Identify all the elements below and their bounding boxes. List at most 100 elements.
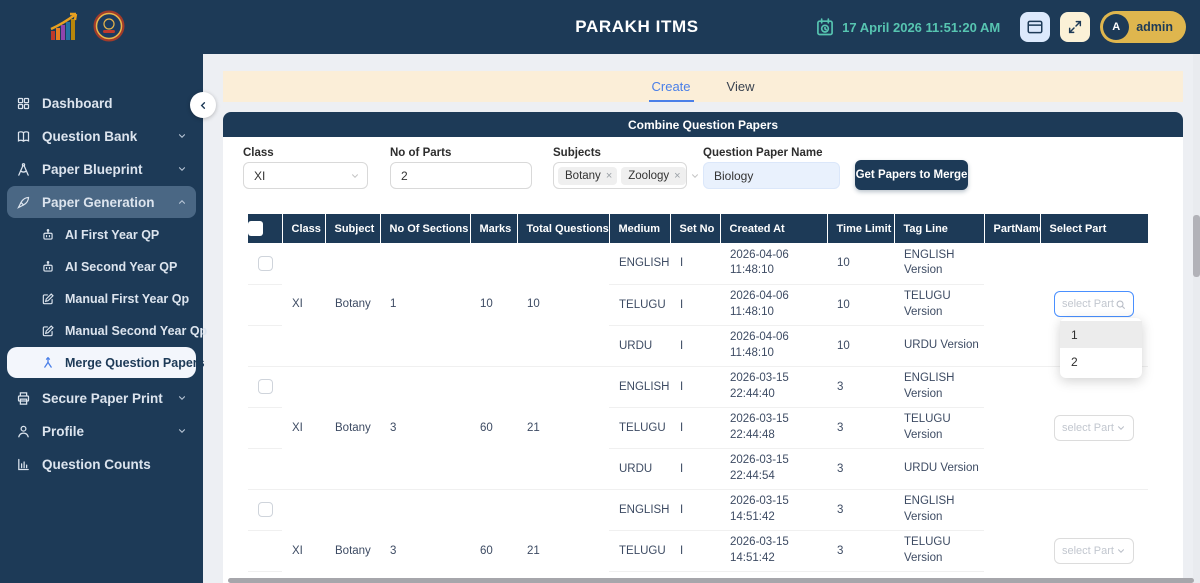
subject-chip-botany[interactable]: Botany × bbox=[558, 166, 618, 185]
cell-medium: URDU bbox=[609, 325, 670, 367]
subjects-multiselect[interactable]: Botany × Zoology × bbox=[553, 162, 698, 189]
create-view-tabs: Create View bbox=[223, 71, 1183, 102]
vertical-scrollbar-thumb[interactable] bbox=[1193, 215, 1200, 277]
cell-medium: ENGLISH bbox=[609, 489, 670, 531]
chevron-down-icon bbox=[350, 171, 360, 181]
combine-papers-panel: Class No of Parts Subjects Question Pape… bbox=[223, 137, 1183, 583]
sidebar-label: AI First Year QP bbox=[65, 227, 160, 242]
cell-class: XI bbox=[282, 366, 325, 490]
edit-icon bbox=[41, 292, 55, 306]
remove-tag-icon[interactable]: × bbox=[606, 170, 612, 182]
robot-icon bbox=[41, 228, 55, 242]
select-part-dropdown[interactable]: select Part bbox=[1054, 414, 1134, 441]
cell-created-at: 2026-03-15 22:44:54 bbox=[720, 448, 827, 490]
window-panel-button[interactable] bbox=[1020, 12, 1051, 42]
merge-icon bbox=[41, 356, 55, 370]
sidebar: Dashboard Question Bank Paper Blueprint … bbox=[0, 54, 207, 583]
parts-label: No of Parts bbox=[390, 147, 452, 159]
chevron-down-icon bbox=[177, 426, 187, 436]
select-part-placeholder: select Part bbox=[1062, 298, 1114, 311]
chevron-down-icon bbox=[1116, 423, 1126, 433]
cell-select-part: select Part bbox=[1040, 489, 1148, 583]
robot-icon bbox=[41, 260, 55, 274]
chevron-down-icon bbox=[690, 171, 700, 181]
sidebar-label: Question Bank bbox=[42, 128, 138, 144]
col-created-at: Created At bbox=[720, 214, 828, 243]
sidebar-label: Merge Question Papers bbox=[65, 355, 205, 370]
class-label: Class bbox=[243, 147, 274, 159]
subject-chip-zoology[interactable]: Zoology × bbox=[621, 166, 686, 185]
horizontal-scrollbar-thumb[interactable] bbox=[228, 578, 1194, 583]
paper-name-label: Question Paper Name bbox=[703, 147, 823, 159]
col-tag-line: Tag Line bbox=[894, 214, 985, 243]
sidebar-item-merge-question-papers[interactable]: Merge Question Papers bbox=[7, 347, 205, 378]
sidebar-label: Manual First Year Qp bbox=[65, 291, 190, 306]
page-title: PARAKH ITMS bbox=[575, 17, 699, 36]
cell-select-part: select Part bbox=[1040, 366, 1148, 490]
class-select[interactable]: XI bbox=[243, 162, 368, 189]
sidebar-item-manual-second-year-qp[interactable]: Manual Second Year Qp bbox=[7, 315, 207, 346]
pen-nib-icon bbox=[16, 195, 31, 210]
cell-set-no: I bbox=[670, 366, 720, 408]
sidebar-label: Paper Blueprint bbox=[42, 161, 143, 177]
cell-time-limit: 10 bbox=[827, 243, 894, 285]
select-part-options: 1 2 bbox=[1060, 318, 1142, 378]
cell-created-at: 2026-03-15 22:44:40 bbox=[720, 366, 827, 408]
sidebar-item-question-counts[interactable]: Question Counts bbox=[7, 448, 196, 480]
sidebar-item-ai-first-year-qp[interactable]: AI First Year QP bbox=[7, 219, 196, 250]
cell-time-limit: 10 bbox=[827, 325, 894, 367]
table-row: XI Botany 3 60 21 ENGLISH I 2026-03-15 14… bbox=[248, 489, 1148, 583]
cell-class: XI bbox=[282, 489, 325, 583]
cell-tag-line: TELUGU Version bbox=[894, 407, 984, 449]
sidebar-item-secure-paper-print[interactable]: Secure Paper Print bbox=[7, 382, 196, 414]
username-label: admin bbox=[1136, 20, 1173, 34]
dashboard-icon bbox=[16, 96, 31, 111]
user-menu[interactable]: A admin bbox=[1100, 11, 1186, 43]
cell-set-no: I bbox=[670, 448, 720, 490]
fullscreen-button[interactable] bbox=[1060, 12, 1091, 42]
cell-time-limit: 3 bbox=[827, 530, 894, 572]
remove-tag-icon[interactable]: × bbox=[674, 170, 680, 182]
tab-view[interactable]: View bbox=[724, 71, 758, 102]
edit-icon bbox=[41, 324, 55, 338]
app-window: PARAKH ITMS 17 April 2026 11:51:20 AM A … bbox=[0, 0, 1200, 583]
paper-name-input[interactable]: Biology bbox=[703, 162, 840, 189]
printer-icon bbox=[16, 391, 31, 406]
cell-tag-line: ENGLISH Version bbox=[894, 489, 984, 531]
select-all-checkbox[interactable] bbox=[248, 221, 263, 236]
option-1[interactable]: 1 bbox=[1060, 321, 1142, 348]
user-icon bbox=[16, 424, 31, 439]
select-part-placeholder: select Part bbox=[1062, 421, 1114, 434]
cell-tag-line: ENGLISH Version bbox=[894, 243, 984, 285]
sidebar-item-profile[interactable]: Profile bbox=[7, 415, 196, 447]
cell-tag-line: ENGLISH Version bbox=[894, 366, 984, 408]
sidebar-item-ai-second-year-qp[interactable]: AI Second Year QP bbox=[7, 251, 196, 282]
sidebar-label: Manual Second Year Qp bbox=[65, 323, 208, 338]
sidebar-collapse-button[interactable] bbox=[190, 92, 216, 118]
cell-partname bbox=[984, 366, 1040, 490]
col-class: Class bbox=[282, 214, 326, 243]
col-set-no: Set No bbox=[670, 214, 721, 243]
row-checkbox[interactable] bbox=[257, 379, 273, 394]
sidebar-item-paper-blueprint[interactable]: Paper Blueprint bbox=[7, 153, 196, 185]
class-value: XI bbox=[254, 168, 266, 183]
select-part-dropdown[interactable]: select Part bbox=[1054, 537, 1134, 564]
sidebar-item-question-bank[interactable]: Question Bank bbox=[7, 120, 196, 152]
parts-input[interactable]: 2 bbox=[390, 162, 532, 189]
sidebar-item-paper-generation[interactable]: Paper Generation bbox=[7, 186, 196, 218]
get-papers-button[interactable]: Get Papers to Merge bbox=[855, 160, 968, 190]
row-checkbox[interactable] bbox=[257, 255, 273, 271]
chevron-down-icon bbox=[177, 164, 187, 174]
tab-create[interactable]: Create bbox=[649, 71, 694, 102]
cell-total-questions: 21 bbox=[517, 366, 609, 490]
cell-medium: ENGLISH bbox=[609, 366, 670, 408]
select-part-dropdown-open[interactable]: select Part bbox=[1054, 291, 1134, 318]
cell-time-limit: 3 bbox=[827, 489, 894, 531]
col-medium: Medium bbox=[609, 214, 671, 243]
expand-arrows-icon bbox=[1067, 19, 1083, 35]
row-checkbox[interactable] bbox=[257, 502, 273, 517]
option-2[interactable]: 2 bbox=[1060, 348, 1142, 375]
cell-created-at: 2026-04-06 11:48:10 bbox=[720, 325, 827, 367]
sidebar-item-manual-first-year-qp[interactable]: Manual First Year Qp bbox=[7, 283, 196, 314]
sidebar-item-dashboard[interactable]: Dashboard bbox=[7, 87, 196, 119]
